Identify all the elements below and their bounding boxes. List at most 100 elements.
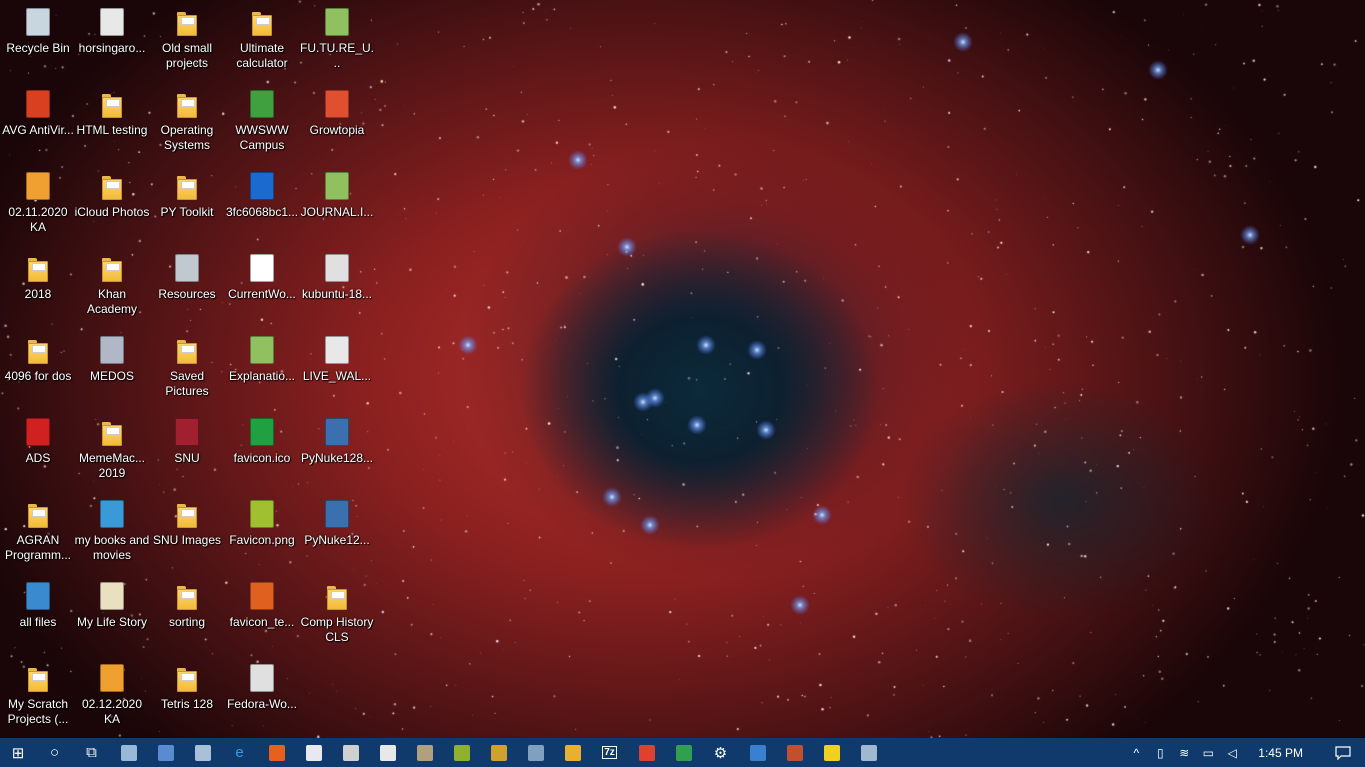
desktop-icon[interactable]: MemeMac... 2019	[74, 410, 150, 490]
desktop-icon-label: Old small projects	[161, 41, 212, 70]
7zip-icon[interactable]: 7z	[591, 738, 628, 767]
taskbar-clock[interactable]: 1:45 PM	[1244, 746, 1321, 760]
spreadsheet-icon[interactable]	[480, 738, 517, 767]
desktop-icon-label: MemeMac... 2019	[78, 451, 145, 480]
taskbar: ⊞ ○ ⧉ e 7z ⚙ ^ ▯ ≋ ▭ ◁ 1:45 PM	[0, 738, 1365, 767]
desktop-icon[interactable]: SNU	[149, 410, 225, 490]
game-controller-icon[interactable]	[332, 738, 369, 767]
desktop-icon[interactable]: kubuntu-18...	[299, 246, 375, 326]
paint-icon[interactable]	[628, 738, 665, 767]
action-center-icon[interactable]	[1321, 738, 1365, 767]
gimp-icon[interactable]	[406, 738, 443, 767]
battery-icon[interactable]: ▭	[1196, 738, 1220, 767]
green-app-icon[interactable]	[443, 738, 480, 767]
sticky-notes-icon[interactable]	[813, 738, 850, 767]
volume-icon[interactable]: ◁	[1220, 738, 1244, 767]
desktop-icon[interactable]: iCloud Photos	[74, 164, 150, 244]
desktop-icon[interactable]: PyNuke128...	[299, 410, 375, 490]
desktop-icon[interactable]: PY Toolkit	[149, 164, 225, 244]
network-app-icon[interactable]	[517, 738, 554, 767]
windows-start-icon[interactable]: ⊞	[0, 738, 36, 767]
desktop-icon[interactable]: Old small projects	[149, 0, 225, 80]
desktop-icon[interactable]: favicon.ico	[224, 410, 300, 490]
control-panel-icon[interactable]	[147, 738, 184, 767]
desktop-icon[interactable]: JOURNAL.I...	[299, 164, 375, 244]
desktop-icon[interactable]: 2018	[0, 246, 76, 326]
desktop-icon[interactable]: Explanatio...	[224, 328, 300, 408]
desktop-icon[interactable]: My Scratch Projects (...	[0, 656, 76, 736]
folder-app-icon[interactable]	[554, 738, 591, 767]
desktop-icon[interactable]: LIVE_WAL...	[299, 328, 375, 408]
desktop-icon[interactable]: favicon_te...	[224, 574, 300, 654]
desktop-icon[interactable]: Fedora-Wo...	[224, 656, 300, 736]
desktop-icon[interactable]: all files	[0, 574, 76, 654]
desktop-icon[interactable]: sorting	[149, 574, 225, 654]
cortana-search-icon[interactable]: ○	[36, 738, 73, 767]
remote-desktop-icon[interactable]	[850, 738, 887, 767]
desktop-icon[interactable]: Ultimate calculator	[224, 0, 300, 80]
folder-icon	[171, 580, 203, 612]
colorful-app-icon[interactable]	[665, 738, 702, 767]
winrar-icon[interactable]	[776, 738, 813, 767]
desktop-icon-label: Fedora-Wo...	[227, 697, 297, 711]
desktop-icon-label: LIVE_WAL...	[302, 369, 372, 383]
desktop-icon[interactable]: Tetris 128	[149, 656, 225, 736]
bookmark-app-icon[interactable]	[739, 738, 776, 767]
desktop-icon-label: PyNuke128...	[300, 451, 374, 465]
notepad-icon[interactable]	[295, 738, 332, 767]
this-pc-icon[interactable]	[110, 738, 147, 767]
folder-icon	[96, 416, 128, 448]
desktop-icon-label: Resources	[158, 287, 216, 301]
desktop-icon[interactable]: SNU Images	[149, 492, 225, 572]
desktop-icon[interactable]: 3fc6068bc1...	[224, 164, 300, 244]
cloud-drive-icon[interactable]	[184, 738, 221, 767]
desktop-icon[interactable]: WWSWW Campus	[224, 82, 300, 162]
desktop-icon[interactable]: Khan Academy	[74, 246, 150, 326]
chevron-up-icon[interactable]: ^	[1124, 738, 1148, 767]
desktop-icon[interactable]: AGRAN Programm...	[0, 492, 76, 572]
desktop-icon[interactable]: ADS	[0, 410, 76, 490]
desktop-icon[interactable]: PyNuke12...	[299, 492, 375, 572]
desktop-icon[interactable]: My Life Story	[74, 574, 150, 654]
folder-icon	[246, 6, 278, 38]
desktop-icon-label: SNU Images	[152, 533, 222, 547]
desktop-icon[interactable]: HTML testing	[74, 82, 150, 162]
desktop-icon-label: sorting	[168, 615, 206, 629]
tablet-icon[interactable]: ▯	[1148, 738, 1172, 767]
desktop-icon-label: AVG AntiVir...	[2, 123, 74, 137]
folder-icon	[22, 662, 54, 694]
desktop-icon[interactable]: horsingaro...	[74, 0, 150, 80]
edge-browser-icon[interactable]: e	[221, 738, 258, 767]
desktop-icon[interactable]: Recycle Bin	[0, 0, 76, 80]
media-app-icon[interactable]	[369, 738, 406, 767]
computer-monitor-icon	[22, 580, 54, 612]
desktop-icon[interactable]: Growtopia	[299, 82, 375, 162]
settings-gear-icon[interactable]: ⚙	[702, 738, 739, 767]
desktop-icon[interactable]: 02.11.2020 KA	[0, 164, 76, 244]
desktop-icon[interactable]: Saved Pictures	[149, 328, 225, 408]
firefox-icon[interactable]	[258, 738, 295, 767]
desktop-icon[interactable]: my books and movies	[74, 492, 150, 572]
desktop-icon[interactable]: FU.TU.RE_U...	[299, 0, 375, 80]
desktop-icon-label: my books and movies	[74, 533, 150, 562]
desktop-icon-label: all files	[19, 615, 57, 629]
desktop-icon[interactable]: 4096 for dos	[0, 328, 76, 408]
desktop-icon[interactable]: Resources	[149, 246, 225, 326]
desktop-icon-label: FU.TU.RE_U...	[299, 41, 374, 70]
desktop-icon[interactable]: Favicon.png	[224, 492, 300, 572]
calendar-app-icon	[96, 580, 128, 612]
desktop-icon[interactable]: AVG AntiVir...	[0, 82, 76, 162]
wifi-icon[interactable]: ≋	[1172, 738, 1196, 767]
desktop-icon[interactable]: Operating Systems	[149, 82, 225, 162]
desktop-icon[interactable]: Comp History CLS	[299, 574, 375, 654]
desktop-icon-label: AGRAN Programm...	[4, 533, 71, 562]
desktop-icon[interactable]: MEDOS	[74, 328, 150, 408]
desktop-icon-label: My Scratch Projects (...	[7, 697, 69, 726]
system-tray: ^ ▯ ≋ ▭ ◁ 1:45 PM	[1124, 738, 1365, 767]
taskbar-glyph: ⧉	[86, 744, 97, 761]
task-view-icon[interactable]: ⧉	[73, 738, 110, 767]
desktop-icon[interactable]: 02.12.2020 KA	[74, 656, 150, 736]
desktop-icon[interactable]: CurrentWo...	[224, 246, 300, 326]
recycle-bin-icon	[22, 6, 54, 38]
folder-icon	[171, 88, 203, 120]
